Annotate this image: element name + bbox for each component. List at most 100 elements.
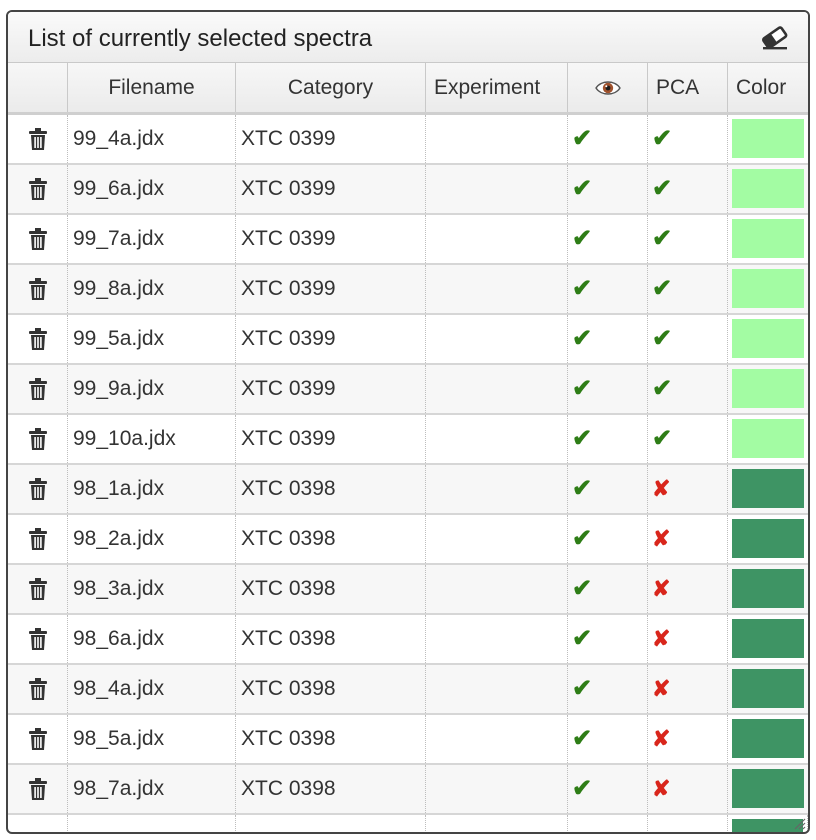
table-row[interactable]: 99_8a.jdx XTC 0399 ✔ ✔	[8, 265, 808, 315]
cross-icon[interactable]: ✘	[652, 478, 670, 500]
check-icon[interactable]: ✔	[652, 377, 672, 401]
delete-cell[interactable]	[8, 415, 68, 463]
table-row[interactable]: 99_9a.jdx XTC 0399 ✔ ✔	[8, 365, 808, 415]
pca-cell[interactable]: ✔	[648, 315, 728, 363]
trash-icon[interactable]	[28, 227, 48, 251]
check-icon[interactable]: ✔	[572, 727, 592, 751]
experiment-cell[interactable]	[426, 115, 568, 163]
resize-handle-icon[interactable]	[792, 816, 806, 830]
cross-icon[interactable]: ✘	[652, 728, 670, 750]
delete-cell[interactable]	[8, 615, 68, 663]
column-header-color[interactable]: Color	[728, 63, 808, 112]
trash-icon[interactable]	[28, 777, 48, 801]
trash-icon[interactable]	[28, 727, 48, 751]
check-icon[interactable]: ✔	[652, 227, 672, 251]
visible-cell[interactable]: ✔	[568, 465, 648, 513]
color-swatch[interactable]	[732, 619, 804, 658]
color-swatch[interactable]	[732, 719, 804, 758]
pca-cell[interactable]: ✘	[648, 465, 728, 513]
experiment-cell[interactable]	[426, 465, 568, 513]
color-cell[interactable]	[728, 565, 808, 613]
color-cell[interactable]	[728, 765, 808, 813]
table-row[interactable]: 98_6a.jdx XTC 0398 ✔ ✘	[8, 615, 808, 665]
visible-cell[interactable]: ✔	[568, 315, 648, 363]
visible-cell[interactable]: ✔	[568, 215, 648, 263]
color-cell[interactable]	[728, 465, 808, 513]
pca-cell[interactable]: ✘	[648, 565, 728, 613]
trash-icon[interactable]	[28, 627, 48, 651]
check-icon[interactable]: ✔	[572, 377, 592, 401]
visible-cell[interactable]: ✔	[568, 565, 648, 613]
check-icon[interactable]: ✔	[572, 327, 592, 351]
check-icon[interactable]: ✔	[572, 577, 592, 601]
table-row[interactable]: 98_5a.jdx XTC 0398 ✔ ✘	[8, 715, 808, 765]
pca-cell[interactable]: ✘	[648, 615, 728, 663]
visible-cell[interactable]: ✔	[568, 715, 648, 763]
delete-cell[interactable]	[8, 565, 68, 613]
trash-icon[interactable]	[28, 477, 48, 501]
delete-cell[interactable]	[8, 465, 68, 513]
table-row[interactable]: 98_7a.jdx XTC 0398 ✔ ✘	[8, 765, 808, 815]
cross-icon[interactable]: ✘	[652, 578, 670, 600]
experiment-cell[interactable]	[426, 365, 568, 413]
delete-cell[interactable]	[8, 715, 68, 763]
trash-icon[interactable]	[28, 677, 48, 701]
experiment-cell[interactable]	[426, 615, 568, 663]
check-icon[interactable]: ✔	[572, 677, 592, 701]
column-header-pca[interactable]: PCA	[648, 63, 728, 112]
table-row[interactable]: 99_10a.jdx XTC 0399 ✔ ✔	[8, 415, 808, 465]
table-row[interactable]: 99_4a.jdx XTC 0399 ✔ ✔	[8, 115, 808, 165]
table-row[interactable]: 98_3a.jdx XTC 0398 ✔ ✘	[8, 565, 808, 615]
experiment-cell[interactable]	[426, 715, 568, 763]
check-icon[interactable]: ✔	[572, 777, 592, 801]
color-cell[interactable]	[728, 365, 808, 413]
experiment-cell[interactable]	[426, 165, 568, 213]
delete-cell[interactable]	[8, 765, 68, 813]
check-icon[interactable]: ✔	[652, 277, 672, 301]
experiment-cell[interactable]	[426, 315, 568, 363]
delete-cell[interactable]	[8, 515, 68, 563]
experiment-cell[interactable]	[426, 215, 568, 263]
eraser-icon[interactable]	[760, 25, 790, 51]
check-icon[interactable]: ✔	[572, 177, 592, 201]
delete-cell[interactable]	[8, 665, 68, 713]
color-swatch[interactable]	[732, 119, 804, 158]
visible-cell[interactable]: ✔	[568, 765, 648, 813]
pca-cell[interactable]: ✔	[648, 215, 728, 263]
color-cell[interactable]	[728, 315, 808, 363]
color-swatch[interactable]	[732, 469, 804, 508]
color-cell[interactable]	[728, 265, 808, 313]
column-header-visible[interactable]	[568, 63, 648, 112]
color-cell[interactable]	[728, 215, 808, 263]
table-row[interactable]: 99_5a.jdx XTC 0399 ✔ ✔	[8, 315, 808, 365]
color-swatch[interactable]	[732, 319, 804, 358]
visible-cell[interactable]: ✔	[568, 415, 648, 463]
color-cell[interactable]	[728, 415, 808, 463]
check-icon[interactable]: ✔	[572, 127, 592, 151]
delete-cell[interactable]	[8, 115, 68, 163]
delete-cell[interactable]	[8, 165, 68, 213]
column-header-filename[interactable]: Filename	[68, 63, 236, 112]
color-swatch[interactable]	[732, 769, 804, 808]
color-swatch[interactable]	[732, 519, 804, 558]
cross-icon[interactable]: ✘	[652, 628, 670, 650]
delete-cell[interactable]	[8, 315, 68, 363]
trash-icon[interactable]	[28, 577, 48, 601]
pca-cell[interactable]: ✔	[648, 415, 728, 463]
cross-icon[interactable]: ✘	[652, 528, 670, 550]
pca-cell[interactable]: ✔	[648, 365, 728, 413]
trash-icon[interactable]	[28, 127, 48, 151]
color-swatch[interactable]	[732, 569, 804, 608]
visible-cell[interactable]: ✔	[568, 615, 648, 663]
visible-cell[interactable]: ✔	[568, 265, 648, 313]
pca-cell[interactable]: ✘	[648, 765, 728, 813]
trash-icon[interactable]	[28, 377, 48, 401]
delete-cell[interactable]	[8, 215, 68, 263]
check-icon[interactable]: ✔	[572, 527, 592, 551]
color-swatch[interactable]	[732, 669, 804, 708]
column-header-experiment[interactable]: Experiment	[426, 63, 568, 112]
check-icon[interactable]: ✔	[652, 427, 672, 451]
delete-cell[interactable]	[8, 265, 68, 313]
color-swatch[interactable]	[732, 269, 804, 308]
color-swatch[interactable]	[732, 219, 804, 258]
